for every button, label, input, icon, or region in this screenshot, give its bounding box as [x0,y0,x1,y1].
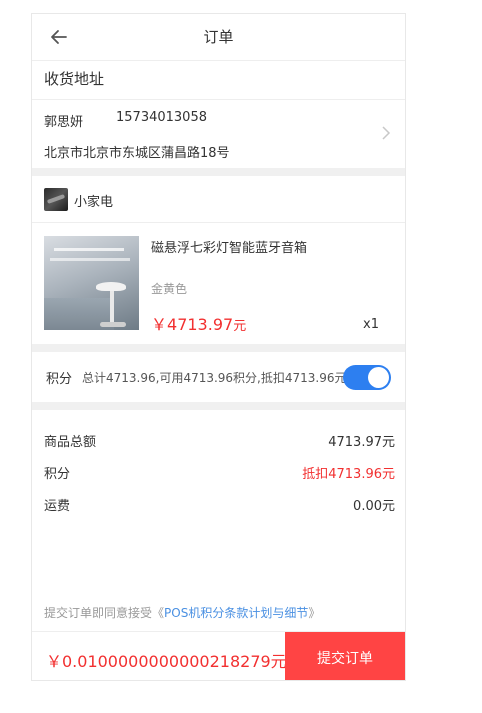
summary-value: 4713.97元 [328,435,395,450]
recipient-name: 郭思妍 [44,115,84,130]
product-price: ￥4713.97元 [151,311,246,335]
product-image [44,236,139,330]
section-gap [32,402,405,410]
points-description: 总计4713.96,可用4713.96积分,抵扣4713.96元 [82,371,347,385]
summary-label: 商品总额 [44,435,97,450]
product-spec: 金黄色 [151,282,188,296]
terms-link[interactable]: POS机积分条款计划与细节 [164,606,308,620]
shop-header: 小家电 [32,178,405,222]
divider [32,60,405,61]
section-gap [32,168,405,176]
price-value: 4713.97 [167,315,234,334]
address-card[interactable]: 郭思妍 15734013058 北京市北京市东城区蒲昌路18号 [32,100,405,168]
points-label: 积分 [46,372,73,387]
summary-value: 抵扣4713.96元 [302,467,395,482]
product-name: 磁悬浮七彩灯智能蓝牙音箱 [151,241,308,256]
recipient-phone: 15734013058 [116,110,207,125]
page-title: 订单 [203,28,234,46]
shop-name: 小家电 [74,195,114,210]
submit-order-button[interactable]: 提交订单 [285,632,405,680]
points-toggle[interactable] [343,365,391,390]
price-unit: 元 [233,319,247,334]
product-quantity: x1 [363,317,379,332]
shop-logo [44,188,68,211]
terms-suffix: 》 [308,606,321,620]
top-bar: 订单 [32,14,405,60]
points-row: 积分 总计4713.96,可用4713.96积分,抵扣4713.96元 [32,352,405,402]
summary-label: 运费 [44,499,71,514]
toggle-knob [368,367,389,388]
terms-prefix: 提交订单即同意接受《 [44,606,165,620]
chevron-right-icon [382,126,391,140]
summary-label: 积分 [44,467,71,482]
recipient-address: 北京市北京市东城区蒲昌路18号 [44,146,230,161]
order-total: ￥0.0100000000000218279元 [46,652,287,671]
address-section-title: 收货地址 [44,70,105,88]
order-page: 订单 收货地址 郭思妍 15734013058 北京市北京市东城区蒲昌路18号 … [31,13,406,681]
terms-notice: 提交订单即同意接受《POS机积分条款计划与细节》 [44,604,320,621]
checkout-bar: ￥0.0100000000000218279元 提交订单 [32,631,405,680]
section-gap [32,344,405,352]
divider [32,222,405,223]
price-symbol: ￥ [151,315,168,334]
summary-value: 0.00元 [353,499,395,514]
